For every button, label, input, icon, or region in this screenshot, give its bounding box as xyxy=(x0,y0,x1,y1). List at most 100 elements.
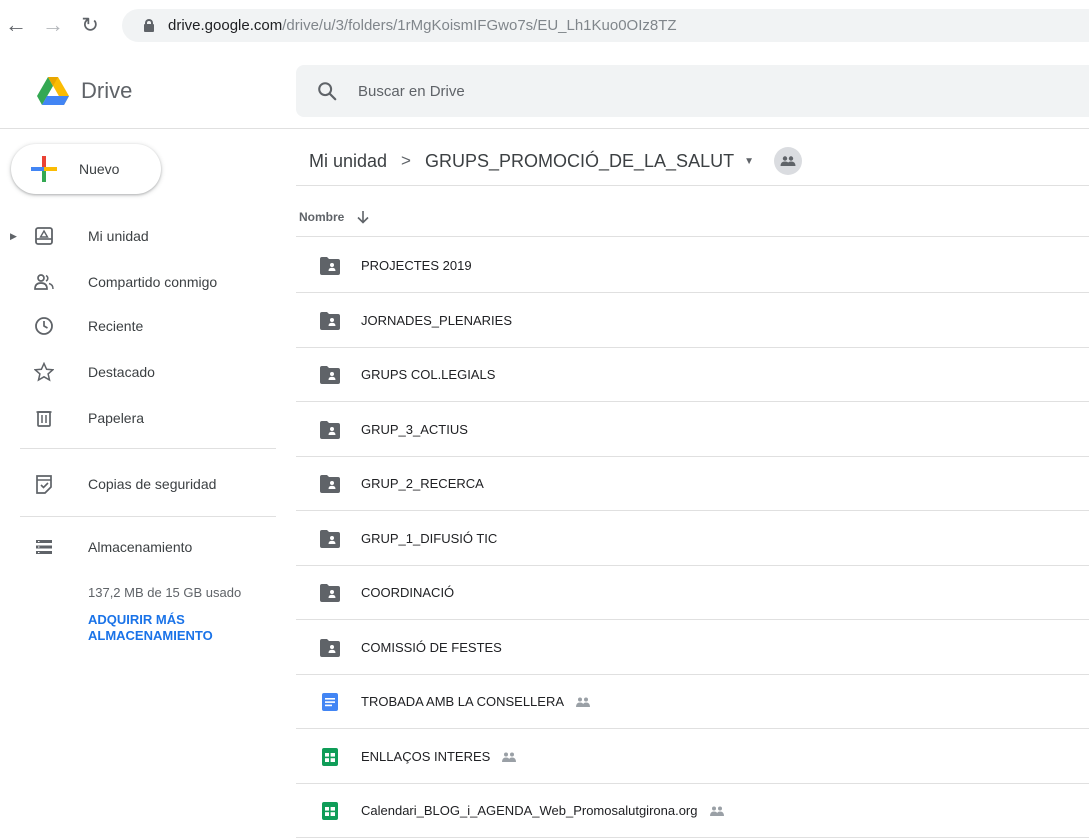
sidebar-item-label: Mi unidad xyxy=(88,228,149,244)
file-row[interactable]: PROJECTES 2019 xyxy=(296,239,1089,293)
file-name: COORDINACIÓ xyxy=(361,585,455,600)
sidebar-item-backups[interactable]: Copias de seguridad xyxy=(0,464,280,504)
plus-icon xyxy=(31,156,57,182)
sidebar-item-trash[interactable]: Papelera xyxy=(0,398,280,438)
browser-toolbar: ← → ↻ drive.google.com/drive/u/3/folders… xyxy=(0,0,1089,62)
file-name: COMISSIÓ DE FESTES xyxy=(361,640,502,655)
app-title[interactable]: Drive xyxy=(81,78,132,104)
file-name-cell: GRUP_3_ACTIUS xyxy=(361,422,468,437)
shared-with-me-icon xyxy=(34,274,54,290)
sidebar-item-label: Copias de seguridad xyxy=(88,476,217,492)
file-name-cell: GRUPS COL.LEGIALS xyxy=(361,367,495,382)
sidebar-item-my-drive[interactable]: ▶ Mi unidad xyxy=(0,216,280,256)
drive-logo-icon[interactable] xyxy=(37,76,69,106)
shared-folder-icon xyxy=(320,474,340,493)
my-drive-icon xyxy=(35,227,53,245)
new-button-label: Nuevo xyxy=(79,161,120,177)
sidebar-item-shared-with-me[interactable]: Compartido conmigo xyxy=(0,262,280,302)
search-bar[interactable] xyxy=(296,65,1089,117)
file-name: GRUP_2_RECERCA xyxy=(361,476,484,491)
file-name: TROBADA AMB LA CONSELLERA xyxy=(361,694,565,709)
file-name: GRUPS COL.LEGIALS xyxy=(361,367,496,382)
sidebar-item-starred[interactable]: Destacado xyxy=(0,352,280,392)
shared-people-icon xyxy=(576,697,591,707)
file-name: GRUP_1_DIFUSIÓ TIC xyxy=(361,531,498,546)
file-name-cell: JORNADES_PLENARIES xyxy=(361,313,512,328)
url-host: drive.google.com xyxy=(168,17,283,34)
lock-icon xyxy=(144,19,154,32)
expand-arrow-icon[interactable]: ▶ xyxy=(10,231,17,242)
shared-folder-icon xyxy=(320,311,340,330)
sidebar-item-label: Compartido conmigo xyxy=(88,274,218,290)
url-path: /drive/u/3/folders/1rMgKoismIFGwo7s/EU_L… xyxy=(282,17,677,34)
breadcrumb-root[interactable]: Mi unidad xyxy=(309,151,387,172)
file-row[interactable]: GRUPS COL.LEGIALS xyxy=(296,348,1089,402)
file-row[interactable]: GRUP_1_DIFUSIÓ TIC xyxy=(296,512,1089,566)
clock-icon xyxy=(35,317,53,335)
buy-storage-link[interactable]: ADQUIRIR MÁS ALMACENAMIENTO xyxy=(88,612,268,644)
chevron-down-icon[interactable]: ▼ xyxy=(744,156,754,167)
header-divider xyxy=(0,128,1089,129)
breadcrumb-current-folder[interactable]: GRUPS_PROMOCIÓ_DE_LA_SALUT xyxy=(425,151,734,172)
shared-folder-icon xyxy=(320,529,340,548)
shared-folder-icon xyxy=(320,365,340,384)
reload-icon[interactable]: ↻ xyxy=(77,12,103,38)
sidebar-item-storage[interactable]: Almacenamiento xyxy=(0,527,280,567)
file-name: Calendari_BLOG_i_AGENDA_Web_Promosalutgi… xyxy=(361,803,698,818)
sidebar-divider xyxy=(20,516,276,517)
file-name: PROJECTES 2019 xyxy=(361,258,472,273)
file-name-cell: GRUP_1_DIFUSIÓ TIC xyxy=(361,531,497,546)
file-row[interactable]: COMISSIÓ DE FESTES xyxy=(296,621,1089,675)
sort-down-arrow-icon[interactable] xyxy=(356,210,370,224)
shared-folder-icon xyxy=(320,420,340,439)
file-name-cell: Calendari_BLOG_i_AGENDA_Web_Promosalutgi… xyxy=(361,803,726,818)
sidebar-item-label: Almacenamiento xyxy=(88,539,193,555)
google-sheets-icon xyxy=(322,747,338,766)
file-name-cell: GRUP_2_RECERCA xyxy=(361,476,484,491)
search-icon[interactable] xyxy=(316,80,338,102)
sidebar-item-recent[interactable]: Reciente xyxy=(0,306,280,346)
file-name-cell: COMISSIÓ DE FESTES xyxy=(361,640,502,655)
column-header-label: Nombre xyxy=(299,209,345,224)
file-row[interactable]: JORNADES_PLENARIES xyxy=(296,294,1089,348)
search-input[interactable] xyxy=(356,81,956,101)
file-row[interactable]: ENLLAÇOS INTERES xyxy=(296,730,1089,784)
file-name-cell: PROJECTES 2019 xyxy=(361,258,472,273)
address-bar[interactable]: drive.google.com/drive/u/3/folders/1rMgK… xyxy=(122,9,1089,42)
file-row[interactable]: COORDINACIÓ xyxy=(296,566,1089,620)
google-sheets-icon xyxy=(322,801,338,820)
shared-folder-icon xyxy=(320,256,340,275)
storage-icon xyxy=(36,540,52,554)
file-row[interactable]: TROBADA AMB LA CONSELLERA xyxy=(296,675,1089,729)
trash-icon xyxy=(36,411,52,427)
star-icon xyxy=(34,362,54,382)
file-name: JORNADES_PLENARIES xyxy=(361,313,512,328)
shared-folder-badge[interactable] xyxy=(773,147,802,175)
shared-folder-icon xyxy=(320,583,340,602)
storage-usage-text: 137,2 MB de 15 GB usado xyxy=(88,585,242,600)
backup-icon xyxy=(36,475,52,494)
sidebar-divider xyxy=(20,448,276,449)
file-name: ENLLAÇOS INTERES xyxy=(361,749,491,764)
file-name-cell: COORDINACIÓ xyxy=(361,585,454,600)
sidebar-item-label: Reciente xyxy=(88,318,144,334)
google-docs-icon xyxy=(322,692,338,711)
file-row[interactable]: GRUP_3_ACTIUS xyxy=(296,403,1089,457)
breadcrumb-separator: > xyxy=(401,151,411,170)
file-name: GRUP_3_ACTIUS xyxy=(361,422,468,437)
breadcrumb: Mi unidad > GRUPS_PROMOCIÓ_DE_LA_SALUT ▼ xyxy=(309,143,802,179)
shared-people-icon xyxy=(709,806,724,816)
people-icon xyxy=(780,156,796,166)
name-column-header[interactable]: Nombre xyxy=(296,197,1089,237)
new-button[interactable]: Nuevo xyxy=(11,144,161,194)
sidebar-item-label: Destacado xyxy=(88,364,155,380)
shared-folder-icon xyxy=(320,638,340,657)
file-name-cell: ENLLAÇOS INTERES xyxy=(361,749,518,764)
back-arrow-icon[interactable]: ← xyxy=(3,12,29,38)
forward-arrow-icon[interactable]: → xyxy=(40,12,66,38)
file-name-cell: TROBADA AMB LA CONSELLERA xyxy=(361,694,592,709)
file-row[interactable]: Calendari_BLOG_i_AGENDA_Web_Promosalutgi… xyxy=(296,784,1089,838)
shared-people-icon xyxy=(502,752,517,762)
breadcrumb-divider xyxy=(296,185,1089,186)
file-row[interactable]: GRUP_2_RECERCA xyxy=(296,457,1089,511)
